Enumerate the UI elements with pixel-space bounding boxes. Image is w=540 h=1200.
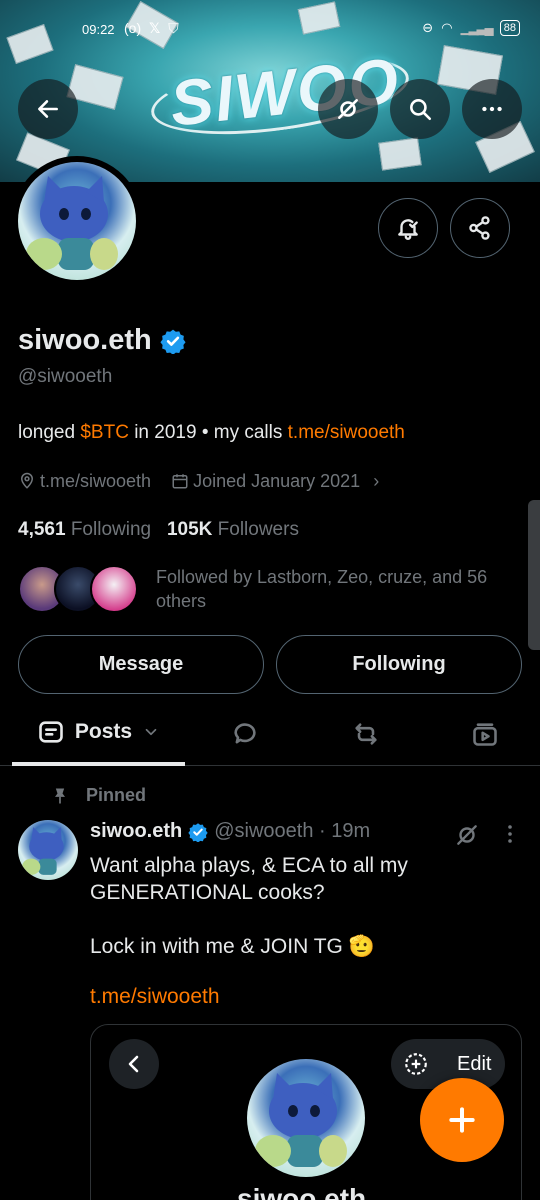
tab-reposts[interactable]: [326, 702, 406, 766]
btc-cashtag-link[interactable]: $BTC: [80, 422, 129, 443]
card-edit-label: Edit: [457, 1052, 492, 1075]
website-item[interactable]: t.me/siwooeth: [18, 471, 151, 492]
pinned-indicator: Pinned: [50, 785, 146, 806]
notifications-button[interactable]: [378, 198, 438, 258]
post-handle-time: @siwooeth · 19m: [214, 820, 371, 842]
shield-icon: ⛉: [168, 20, 179, 36]
more-horizontal-icon: [482, 106, 502, 112]
plus-icon: [449, 1107, 475, 1133]
tab-media[interactable]: [445, 702, 525, 766]
x-app-icon: 𝕏: [149, 20, 161, 36]
arrow-left-icon: [38, 100, 58, 118]
posts-icon: [39, 721, 63, 743]
chevron-right-icon: ›: [373, 471, 380, 491]
following-label: Following: [70, 519, 152, 540]
location-pin-icon: [20, 472, 34, 489]
search-button[interactable]: [390, 79, 450, 139]
followed-by-text: Followed by Lastborn, Zeo, cruze, and 56…: [156, 567, 488, 611]
pinned-label: Pinned: [86, 785, 147, 805]
cat-avatar-image: [26, 176, 118, 270]
video-stack-icon: [473, 723, 497, 746]
share-icon: [469, 216, 490, 240]
back-button[interactable]: [18, 79, 78, 139]
tab-posts[interactable]: Posts: [12, 702, 185, 766]
card-avatar: [247, 1059, 365, 1177]
profile-handle: @siwooeth: [18, 366, 113, 387]
scroll-handle[interactable]: [528, 500, 540, 650]
bio-telegram-link[interactable]: t.me/siwooeth: [288, 422, 405, 443]
following-button[interactable]: Following: [276, 635, 522, 694]
profile-name: siwoo.eth: [18, 324, 186, 357]
notification-icons: (o) 𝕏 ⛉: [124, 20, 179, 37]
wifi-icon: ◠: [441, 20, 453, 35]
verified-badge-icon: [188, 822, 208, 842]
cat-avatar-image: [22, 827, 64, 875]
status-bar: 09:22 (o) 𝕏 ⛉ ⊖ ◠ ▁▂▃▄ 88: [0, 0, 540, 60]
post-text: Want alpha plays, & ECA to all my GENERA…: [90, 852, 490, 960]
following-count: 4,561: [18, 519, 66, 540]
website-text: t.me/siwooeth: [40, 471, 152, 491]
tab-posts-label: Posts: [74, 720, 133, 743]
add-circle-icon: [405, 1053, 427, 1075]
display-name: siwoo.eth: [18, 324, 152, 356]
follower-avatar: [90, 565, 138, 613]
tab-replies[interactable]: [205, 702, 285, 766]
repost-icon: [355, 723, 377, 745]
more-button[interactable]: [462, 79, 522, 139]
profile-avatar[interactable]: [12, 156, 142, 286]
bell-check-icon: [398, 219, 418, 240]
profile-meta: t.me/siwooeth Joined January 2021 ›: [18, 471, 379, 492]
followers-count: 105K: [166, 519, 213, 540]
grok-icon[interactable]: [454, 822, 480, 848]
search-icon: [410, 99, 432, 121]
followers-label: Followers: [217, 519, 299, 540]
followers-stat[interactable]: 105K Followers: [167, 519, 299, 540]
followed-by-row[interactable]: Followed by Lastborn, Zeo, cruze, and 56…: [18, 565, 526, 613]
chevron-left-icon: [128, 1055, 139, 1073]
cat-avatar-image: [255, 1073, 347, 1167]
profile-bio: longed $BTC in 2019 • my calls t.me/siwo…: [18, 422, 405, 444]
grok-button[interactable]: [318, 79, 378, 139]
following-stat[interactable]: 4,561 Following: [18, 519, 151, 540]
hotspot-icon: (o): [124, 20, 142, 36]
share-button[interactable]: [450, 198, 510, 258]
calendar-icon: [172, 474, 188, 489]
bio-text: longed: [18, 422, 81, 443]
more-vertical-icon[interactable]: [498, 822, 522, 846]
card-profile-name: siwoo.eth: [237, 1183, 367, 1200]
grok-icon: [338, 99, 358, 119]
battery-icon: 88: [499, 20, 520, 36]
post-avatar[interactable]: [18, 820, 78, 880]
status-time: 09:22: [82, 22, 115, 37]
post-telegram-link[interactable]: t.me/siwooeth: [90, 985, 220, 1009]
post-author-name[interactable]: siwoo.eth: [90, 820, 182, 843]
joined-text: Joined January 2021: [193, 471, 361, 491]
signal-icon: ▁▂▃▄: [460, 20, 494, 35]
profile-tabs: Posts: [0, 702, 540, 766]
message-button[interactable]: Message: [18, 635, 264, 694]
card-back-button: [109, 1039, 159, 1089]
post-line-2: Lock in with me & JOIN TG 🫡: [90, 935, 375, 958]
dnd-icon: ⊖: [422, 20, 434, 35]
chevron-down-icon: [145, 728, 157, 736]
compose-fab-button[interactable]: [420, 1078, 504, 1162]
pin-icon: [55, 788, 65, 803]
bio-text-middle: in 2019 • my calls: [128, 422, 288, 443]
post-header: siwoo.eth @siwooeth · 19m: [90, 820, 370, 843]
verified-badge-icon[interactable]: [160, 328, 186, 354]
reply-bubble-icon: [234, 723, 256, 744]
joined-item[interactable]: Joined January 2021 ›: [171, 471, 379, 492]
post-line-1: Want alpha plays, & ECA to all my GENERA…: [90, 854, 408, 904]
profile-stats: 4,561 Following 105K Followers: [18, 519, 299, 541]
